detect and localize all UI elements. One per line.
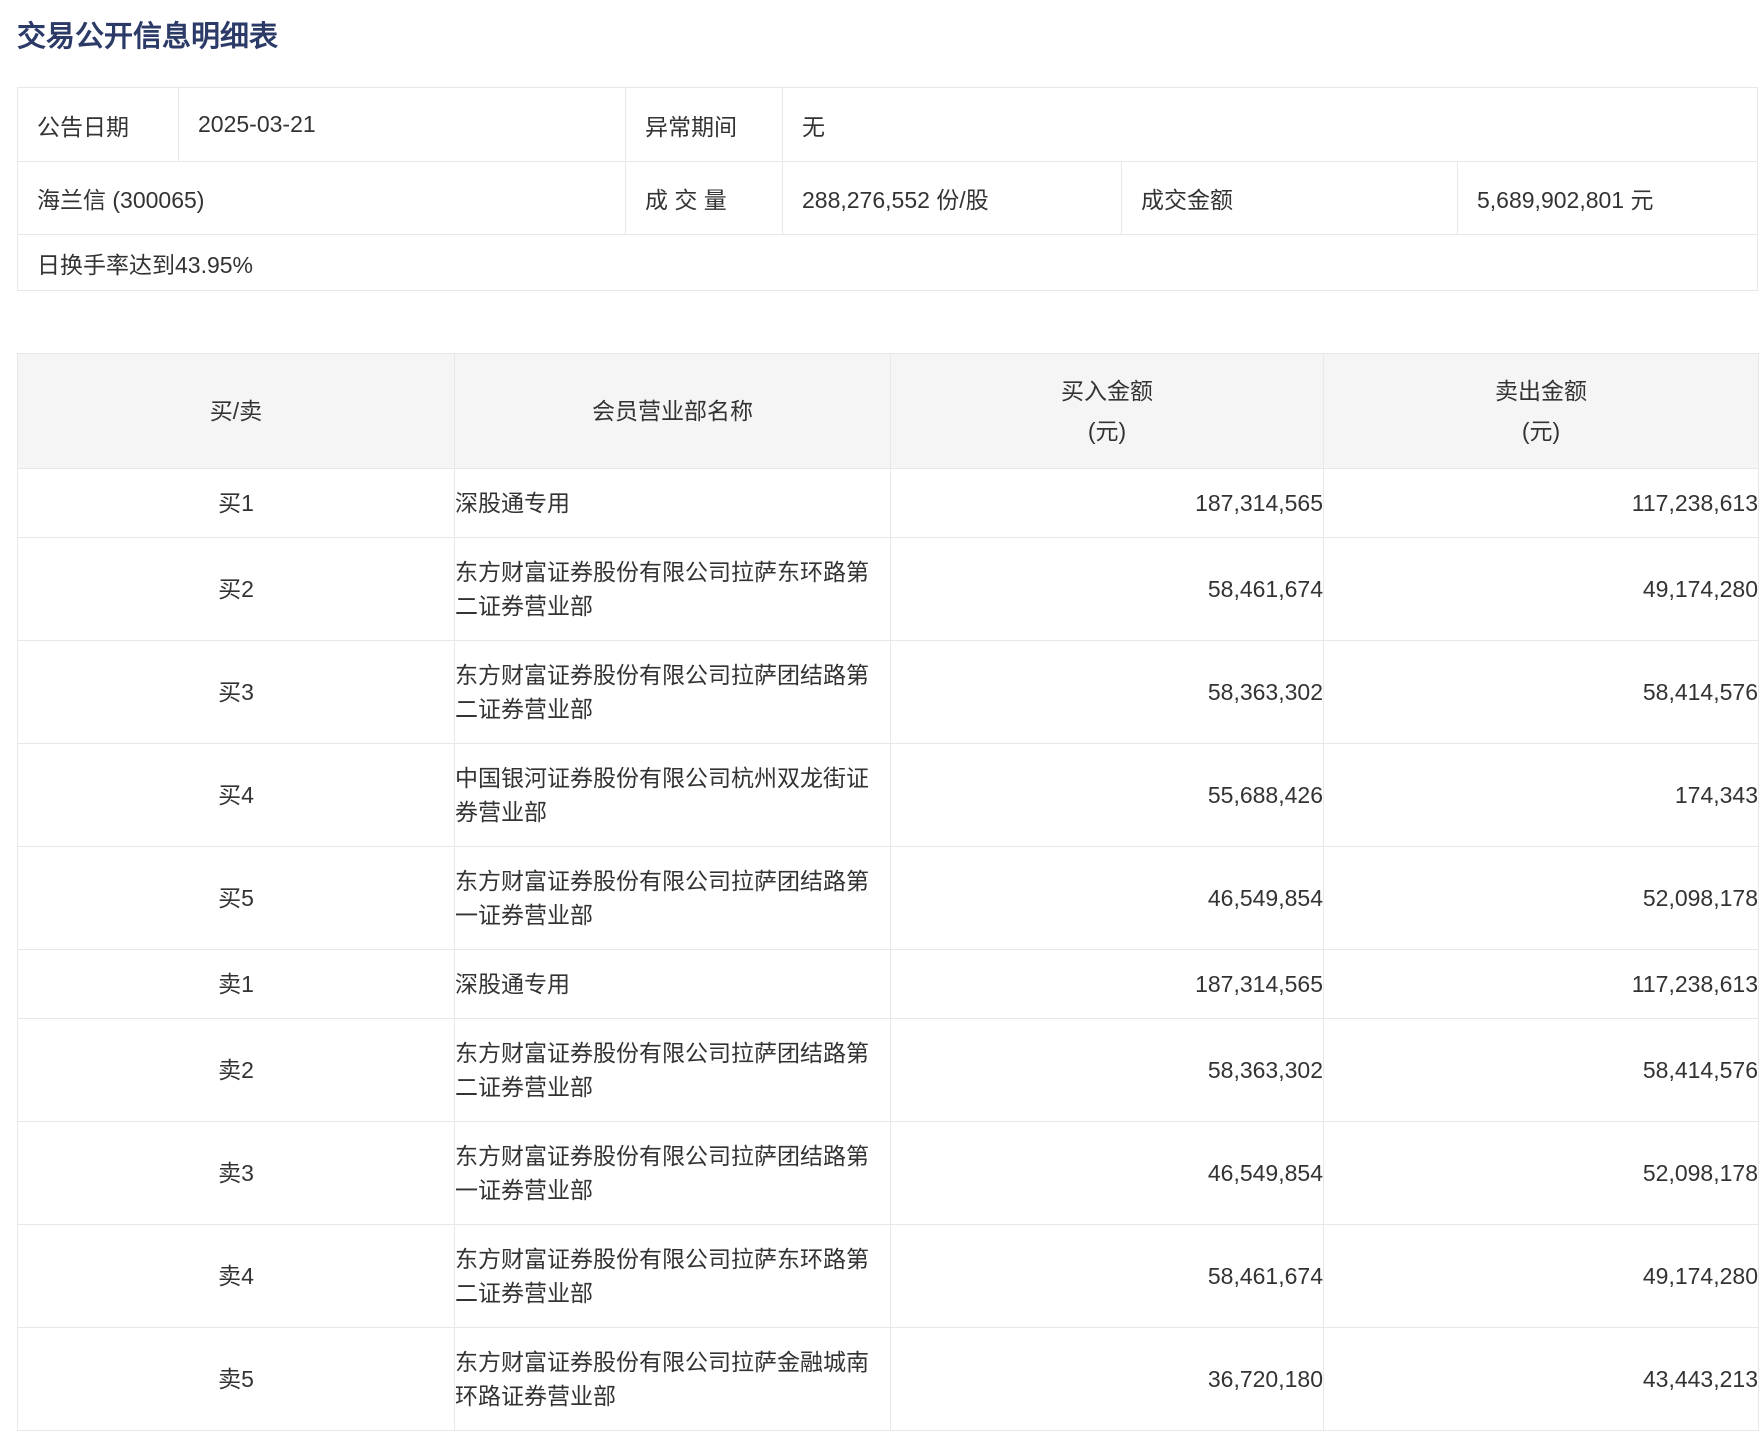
cell-side: 卖2 [18, 1019, 455, 1122]
header-buy-amount-unit: (元) [892, 411, 1322, 451]
cell-buy-amount: 58,461,674 [891, 1225, 1324, 1328]
table-row: 买5 东方财富证券股份有限公司拉萨团结路第一证券营业部 46,549,854 5… [18, 847, 1759, 950]
header-sell-amount-line1: 卖出金额 [1325, 371, 1757, 411]
header-sell-amount: 卖出金额 (元) [1324, 354, 1759, 469]
header-buy-amount-line1: 买入金额 [892, 371, 1322, 411]
cell-buy-amount: 36,720,180 [891, 1328, 1324, 1431]
turnover-value: 5,689,902,801 元 [1458, 162, 1757, 234]
turnover-rate-note: 日换手率达到43.95% [18, 235, 1757, 290]
cell-buy-amount: 58,363,302 [891, 641, 1324, 744]
table-row: 卖1 深股通专用 187,314,565 117,238,613 [18, 950, 1759, 1019]
cell-side: 卖3 [18, 1122, 455, 1225]
page-container: 交易公开信息明细表 公告日期 2025-03-21 异常期间 无 海兰信 (30… [17, 0, 1758, 1431]
cell-branch: 中国银河证券股份有限公司杭州双龙街证券营业部 [455, 744, 891, 847]
summary-info-box: 公告日期 2025-03-21 异常期间 无 海兰信 (300065) 成 交 … [17, 87, 1758, 291]
turnover-label: 成交金额 [1122, 162, 1458, 234]
cell-side: 卖4 [18, 1225, 455, 1328]
cell-side: 卖1 [18, 950, 455, 1019]
cell-sell-amount: 58,414,576 [1324, 641, 1759, 744]
cell-buy-amount: 58,461,674 [891, 538, 1324, 641]
cell-sell-amount: 174,343 [1324, 744, 1759, 847]
table-row: 卖3 东方财富证券股份有限公司拉萨团结路第一证券营业部 46,549,854 5… [18, 1122, 1759, 1225]
cell-branch: 东方财富证券股份有限公司拉萨东环路第二证券营业部 [455, 1225, 891, 1328]
table-row: 买4 中国银河证券股份有限公司杭州双龙街证券营业部 55,688,426 174… [18, 744, 1759, 847]
abnormal-period-value: 无 [783, 88, 1757, 161]
cell-sell-amount: 49,174,280 [1324, 538, 1759, 641]
table-row: 卖5 东方财富证券股份有限公司拉萨金融城南环路证券营业部 36,720,180 … [18, 1328, 1759, 1431]
header-buy-amount: 买入金额 (元) [891, 354, 1324, 469]
summary-row-note: 日换手率达到43.95% [18, 235, 1757, 290]
stock-name-code: 海兰信 (300065) [18, 162, 626, 234]
cell-branch: 深股通专用 [455, 469, 891, 538]
cell-sell-amount: 49,174,280 [1324, 1225, 1759, 1328]
cell-side: 买2 [18, 538, 455, 641]
cell-sell-amount: 52,098,178 [1324, 847, 1759, 950]
cell-branch: 东方财富证券股份有限公司拉萨团结路第一证券营业部 [455, 847, 891, 950]
cell-buy-amount: 55,688,426 [891, 744, 1324, 847]
cell-side: 买5 [18, 847, 455, 950]
table-row: 买1 深股通专用 187,314,565 117,238,613 [18, 469, 1759, 538]
header-sell-amount-unit: (元) [1325, 411, 1757, 451]
cell-buy-amount: 46,549,854 [891, 847, 1324, 950]
cell-branch: 东方财富证券股份有限公司拉萨团结路第二证券营业部 [455, 641, 891, 744]
cell-branch: 东方财富证券股份有限公司拉萨东环路第二证券营业部 [455, 538, 891, 641]
table-row: 买2 东方财富证券股份有限公司拉萨东环路第二证券营业部 58,461,674 4… [18, 538, 1759, 641]
cell-side: 买4 [18, 744, 455, 847]
cell-branch: 东方财富证券股份有限公司拉萨团结路第二证券营业部 [455, 1019, 891, 1122]
cell-side: 卖5 [18, 1328, 455, 1431]
cell-sell-amount: 58,414,576 [1324, 1019, 1759, 1122]
volume-value: 288,276,552 份/股 [783, 162, 1122, 234]
cell-branch: 东方财富证券股份有限公司拉萨金融城南环路证券营业部 [455, 1328, 891, 1431]
cell-side: 买1 [18, 469, 455, 538]
cell-sell-amount: 43,443,213 [1324, 1328, 1759, 1431]
summary-row-stock: 海兰信 (300065) 成 交 量 288,276,552 份/股 成交金额 … [18, 162, 1757, 235]
page-title: 交易公开信息明细表 [17, 0, 1758, 54]
cell-buy-amount: 187,314,565 [891, 469, 1324, 538]
cell-sell-amount: 117,238,613 [1324, 469, 1759, 538]
cell-branch: 深股通专用 [455, 950, 891, 1019]
header-side: 买/卖 [18, 354, 455, 469]
table-header-row: 买/卖 会员营业部名称 买入金额 (元) 卖出金额 (元) [18, 354, 1759, 469]
cell-buy-amount: 46,549,854 [891, 1122, 1324, 1225]
volume-label: 成 交 量 [626, 162, 783, 234]
header-branch: 会员营业部名称 [455, 354, 891, 469]
cell-sell-amount: 52,098,178 [1324, 1122, 1759, 1225]
cell-buy-amount: 58,363,302 [891, 1019, 1324, 1122]
table-row: 卖2 东方财富证券股份有限公司拉萨团结路第二证券营业部 58,363,302 5… [18, 1019, 1759, 1122]
summary-row-date: 公告日期 2025-03-21 异常期间 无 [18, 88, 1757, 162]
abnormal-period-label: 异常期间 [626, 88, 783, 161]
cell-branch: 东方财富证券股份有限公司拉萨团结路第一证券营业部 [455, 1122, 891, 1225]
table-row: 卖4 东方财富证券股份有限公司拉萨东环路第二证券营业部 58,461,674 4… [18, 1225, 1759, 1328]
announce-date-label: 公告日期 [18, 88, 179, 161]
table-row: 买3 东方财富证券股份有限公司拉萨团结路第二证券营业部 58,363,302 5… [18, 641, 1759, 744]
cell-side: 买3 [18, 641, 455, 744]
cell-sell-amount: 117,238,613 [1324, 950, 1759, 1019]
cell-buy-amount: 187,314,565 [891, 950, 1324, 1019]
announce-date-value: 2025-03-21 [179, 88, 626, 161]
broker-seats-table: 买/卖 会员营业部名称 买入金额 (元) 卖出金额 (元) 买1 深股通专用 1… [17, 353, 1759, 1431]
